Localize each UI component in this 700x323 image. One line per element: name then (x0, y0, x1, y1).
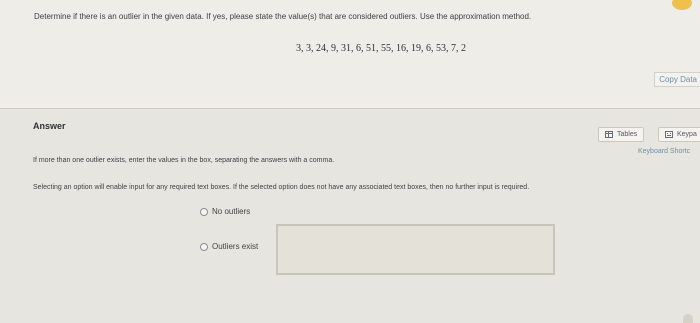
radio-outliers-exist[interactable] (200, 242, 208, 251)
question-prompt: Determine if there is an outlier in the … (34, 12, 532, 21)
question-panel: Determine if there is an outlier in the … (0, 0, 700, 108)
keypad-icon (665, 131, 673, 138)
tables-label: Tables (617, 131, 638, 138)
option-no-outliers[interactable]: No outliers (200, 207, 250, 216)
keypad-button[interactable]: Keypa (658, 127, 700, 142)
keypad-label: Keypa (677, 131, 697, 138)
instruction-multiple-outliers: If more than one outlier exists, enter t… (33, 157, 335, 164)
tables-button[interactable]: Tables (598, 127, 645, 142)
answer-heading: Answer (33, 121, 66, 131)
instruction-options: Selecting an option will enable input fo… (33, 184, 530, 191)
pointer-icon (683, 314, 693, 323)
option-outliers-exist[interactable]: Outliers exist (200, 242, 258, 251)
outliers-input[interactable] (276, 224, 555, 275)
section-divider (0, 108, 700, 109)
option-label-outliers-exist: Outliers exist (212, 242, 259, 251)
accent-badge (672, 0, 692, 10)
copy-data-button[interactable]: Copy Data (654, 72, 700, 87)
radio-no-outliers[interactable] (200, 207, 208, 216)
table-icon (605, 131, 613, 138)
data-values: 3, 3, 24, 9, 31, 6, 51, 55, 16, 19, 6, 5… (296, 43, 466, 54)
option-label-no-outliers: No outliers (212, 207, 251, 216)
keyboard-shortcuts-link[interactable]: Keyboard Shortc (638, 148, 690, 155)
